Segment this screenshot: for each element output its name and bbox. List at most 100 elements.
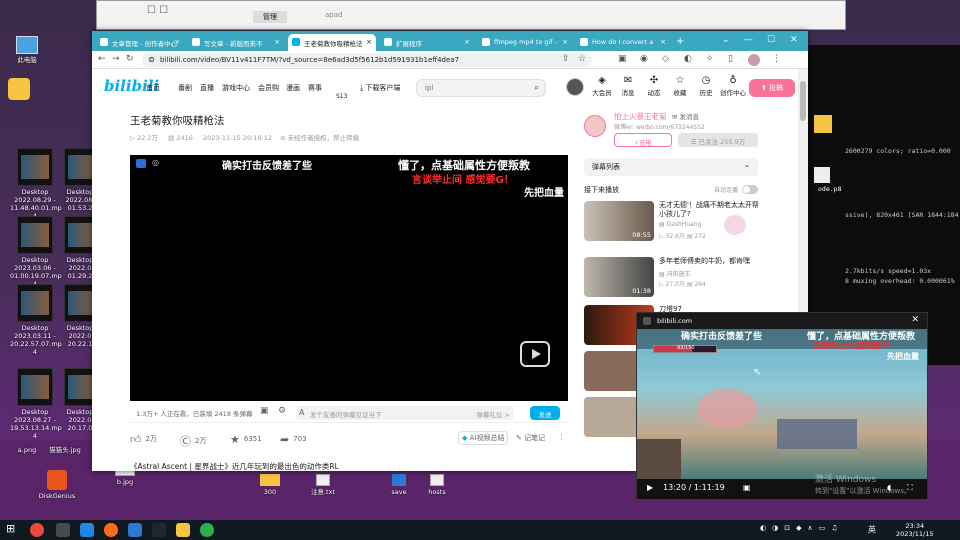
chrome-icon[interactable] — [200, 523, 214, 537]
mini-player-video[interactable]: 确实打击反馈差了些 懂了，点基础属性方便叛教 言谈举止间 感觉要G！ 先把血量 … — [637, 329, 927, 479]
danmaku-settings-icon[interactable]: ⚙ — [278, 406, 286, 416]
danmaku-toggle-icon[interactable]: ▣ — [743, 483, 751, 492]
uploader-name[interactable]: 怕上火暴王老菊 — [614, 111, 667, 122]
app-icon[interactable] — [8, 78, 30, 100]
coin-button[interactable]: Ⓒ 2万 — [180, 433, 206, 449]
extension-icon[interactable]: ◐ — [684, 54, 692, 64]
desktop-icon-file[interactable]: hosts — [412, 474, 462, 496]
download-client[interactable]: ⤓ 下载客户端 — [360, 83, 400, 93]
followed-button[interactable]: ☰ 已关注 255.9万 — [678, 133, 758, 147]
header-messages[interactable]: ✉ 消息 — [616, 75, 640, 97]
close-icon[interactable]: × — [274, 38, 280, 46]
file-icon[interactable] — [814, 167, 830, 183]
vscode-icon[interactable] — [80, 523, 94, 537]
ai-summary-button[interactable]: ◆ AI视频总结 — [458, 431, 509, 445]
tab-article-manage[interactable]: 文章管理 - 创作者中心 × — [96, 34, 184, 51]
new-tab-button[interactable]: + — [672, 32, 688, 49]
chrome-icon[interactable] — [30, 523, 44, 537]
url-field[interactable]: ⊜ bilibili.com/video/BV11v411F7TM/?vd_sou… — [142, 53, 592, 67]
back-icon[interactable]: ← — [98, 54, 106, 64]
desktop-icon-diskgenius[interactable]: DiskGenius — [32, 470, 82, 500]
send-message-link[interactable]: ✉ 发消息 — [672, 111, 699, 121]
tab-convert[interactable]: How do I convert a × — [576, 34, 670, 51]
header-vip[interactable]: ◈ 大会员 — [590, 75, 614, 97]
mini-player-window[interactable]: bilibili.com ✕ 确实打击反馈差了些 懂了，点基础属性方便叛教 言谈… — [636, 312, 928, 499]
start-icon[interactable]: ⊞ — [6, 522, 20, 536]
browser-menu-icon[interactable]: ⋮ — [772, 54, 781, 64]
app-icon[interactable] — [56, 523, 70, 537]
nav-manga[interactable]: 漫画 — [286, 83, 300, 93]
nav-anime[interactable]: 番剧 — [178, 83, 192, 93]
desktop-icon-video[interactable]: Desktop 2023.03.06 - 01.00.19.07.mp 4 — [10, 216, 62, 288]
tab-current-video[interactable]: 王老菊教你吸精枪法 × — [288, 34, 376, 51]
close-icon[interactable]: × — [366, 38, 372, 46]
chevron-down-icon[interactable]: ⌄ — [722, 35, 730, 45]
desktop-icon-video[interactable]: Desktop 2023.08.27 - 19.53.13.14.mp 4 — [10, 368, 62, 440]
favorite-button[interactable]: ★ 6351 — [230, 433, 262, 446]
danmaku-etiquette-link[interactable]: 弹幕礼仪 > — [476, 409, 510, 419]
header-feed[interactable]: ✣ 动态 — [642, 75, 666, 97]
bilibili-play-icon[interactable] — [520, 341, 550, 367]
puzzle-icon[interactable]: ✧ — [706, 54, 714, 64]
share-icon[interactable]: ⇪ — [562, 54, 570, 64]
desktop-icon-this-pc[interactable]: 此电脑 — [2, 36, 52, 64]
nav-s13[interactable]: S13 — [336, 93, 347, 100]
desktop-icon-video[interactable]: Desktop 2023.03.11 - 20.22.57.07.mp 4 — [10, 284, 62, 356]
system-tray-icons[interactable]: ◐◑⊡◆∧▭♫ — [760, 524, 843, 532]
recommended-video[interactable]: 01:38 多年老师傅卖的牛奶，都肯嘿 ▤ 冯阳施王 ▷ 27.0万 ▤ 264 — [584, 257, 764, 299]
extension-icon[interactable]: ◇ — [662, 54, 669, 64]
back-window-tab[interactable]: apad — [325, 11, 342, 19]
like-button[interactable]: 👍︎ 2万 — [130, 433, 157, 446]
extension-icon[interactable]: ◉ — [640, 54, 648, 64]
desktop-icon-video[interactable]: Desktop 2022.08.29 - 11.48.40.01.mp 4 — [10, 148, 62, 220]
clock[interactable]: 23:34 2023/11/15 — [896, 522, 933, 538]
play-icon[interactable]: ▶ — [647, 483, 653, 492]
minimize-icon[interactable]: — — [744, 35, 753, 45]
file-explorer-icon[interactable] — [176, 523, 190, 537]
danmaku-toggle-icon[interactable]: ▣ — [260, 406, 269, 416]
tab-write-article[interactable]: 写文章 - 新版而来不 × — [188, 34, 284, 51]
profile-avatar[interactable] — [748, 54, 760, 66]
danmaku-input[interactable]: A 发个友善的弹幕见证当下 弹幕礼仪 > — [296, 406, 514, 420]
autoplay-toggle[interactable] — [742, 185, 758, 194]
notes-button[interactable]: ✎ 记笔记 — [516, 433, 545, 443]
ime-indicator[interactable]: 英 — [868, 524, 876, 535]
nav-game-center[interactable]: 游戏中心 — [222, 83, 250, 93]
close-icon[interactable]: ✕ — [911, 315, 919, 325]
firefox-icon[interactable] — [104, 523, 118, 537]
nav-home[interactable]: 首页 — [146, 83, 160, 93]
maximize-icon[interactable]: ☐ — [767, 35, 775, 45]
bookmark-star-icon[interactable]: ☆ — [578, 54, 586, 64]
forward-icon[interactable]: → — [112, 54, 120, 64]
search-input[interactable]: ipl ⌕ — [416, 79, 546, 97]
close-window-icon[interactable]: ✕ — [790, 35, 798, 45]
app-icon[interactable] — [128, 523, 142, 537]
folder-icon[interactable] — [814, 115, 832, 133]
more-icon[interactable]: ⋮ — [558, 433, 565, 441]
recommended-video[interactable]: 08:55 无才无德'！战痛不期老太太开帮小孩儿了? ▤ DashHuang ▷… — [584, 201, 764, 243]
extension-icon[interactable]: ▣ — [618, 54, 627, 64]
share-button[interactable]: ➦ 703 — [280, 433, 307, 446]
upload-button[interactable]: ⬆ 投稿 — [749, 79, 795, 97]
tab-ffmpeg[interactable]: ffmpeg mp4 to gif - × — [478, 34, 572, 51]
desktop-icon-folder[interactable]: 300 — [245, 474, 295, 496]
sidebar-icon[interactable]: ▯ — [728, 54, 733, 64]
header-history[interactable]: ◷ 历史 — [694, 75, 718, 97]
charge-button[interactable]: ⚡充电 — [614, 133, 672, 147]
nav-live[interactable]: 直播 — [200, 83, 214, 93]
nav-esports[interactable]: 赛事 — [308, 83, 322, 93]
nav-mall[interactable]: 会员购 — [258, 83, 279, 93]
uploader-avatar[interactable] — [584, 115, 606, 137]
video-player[interactable]: ◎ 确实打击反馈差了些 懂了，点基础属性方便叛教 言谈举止间 感觉要G！ 先把血… — [130, 155, 568, 401]
close-icon[interactable]: × — [562, 38, 568, 46]
search-icon[interactable]: ⌕ — [534, 83, 539, 93]
send-button[interactable]: 发送 — [530, 406, 560, 420]
back-window-tab[interactable]: 管理 — [253, 11, 287, 23]
steam-icon[interactable] — [152, 523, 166, 537]
settings-icon[interactable]: ◎ — [152, 158, 159, 167]
header-favorites[interactable]: ☆ 收藏 — [668, 75, 692, 97]
close-icon[interactable]: × — [660, 38, 666, 46]
desktop-icon-file[interactable]: 猫猫头.jpg — [40, 446, 90, 454]
reload-icon[interactable]: ↻ — [126, 54, 134, 64]
user-avatar[interactable] — [566, 78, 584, 96]
